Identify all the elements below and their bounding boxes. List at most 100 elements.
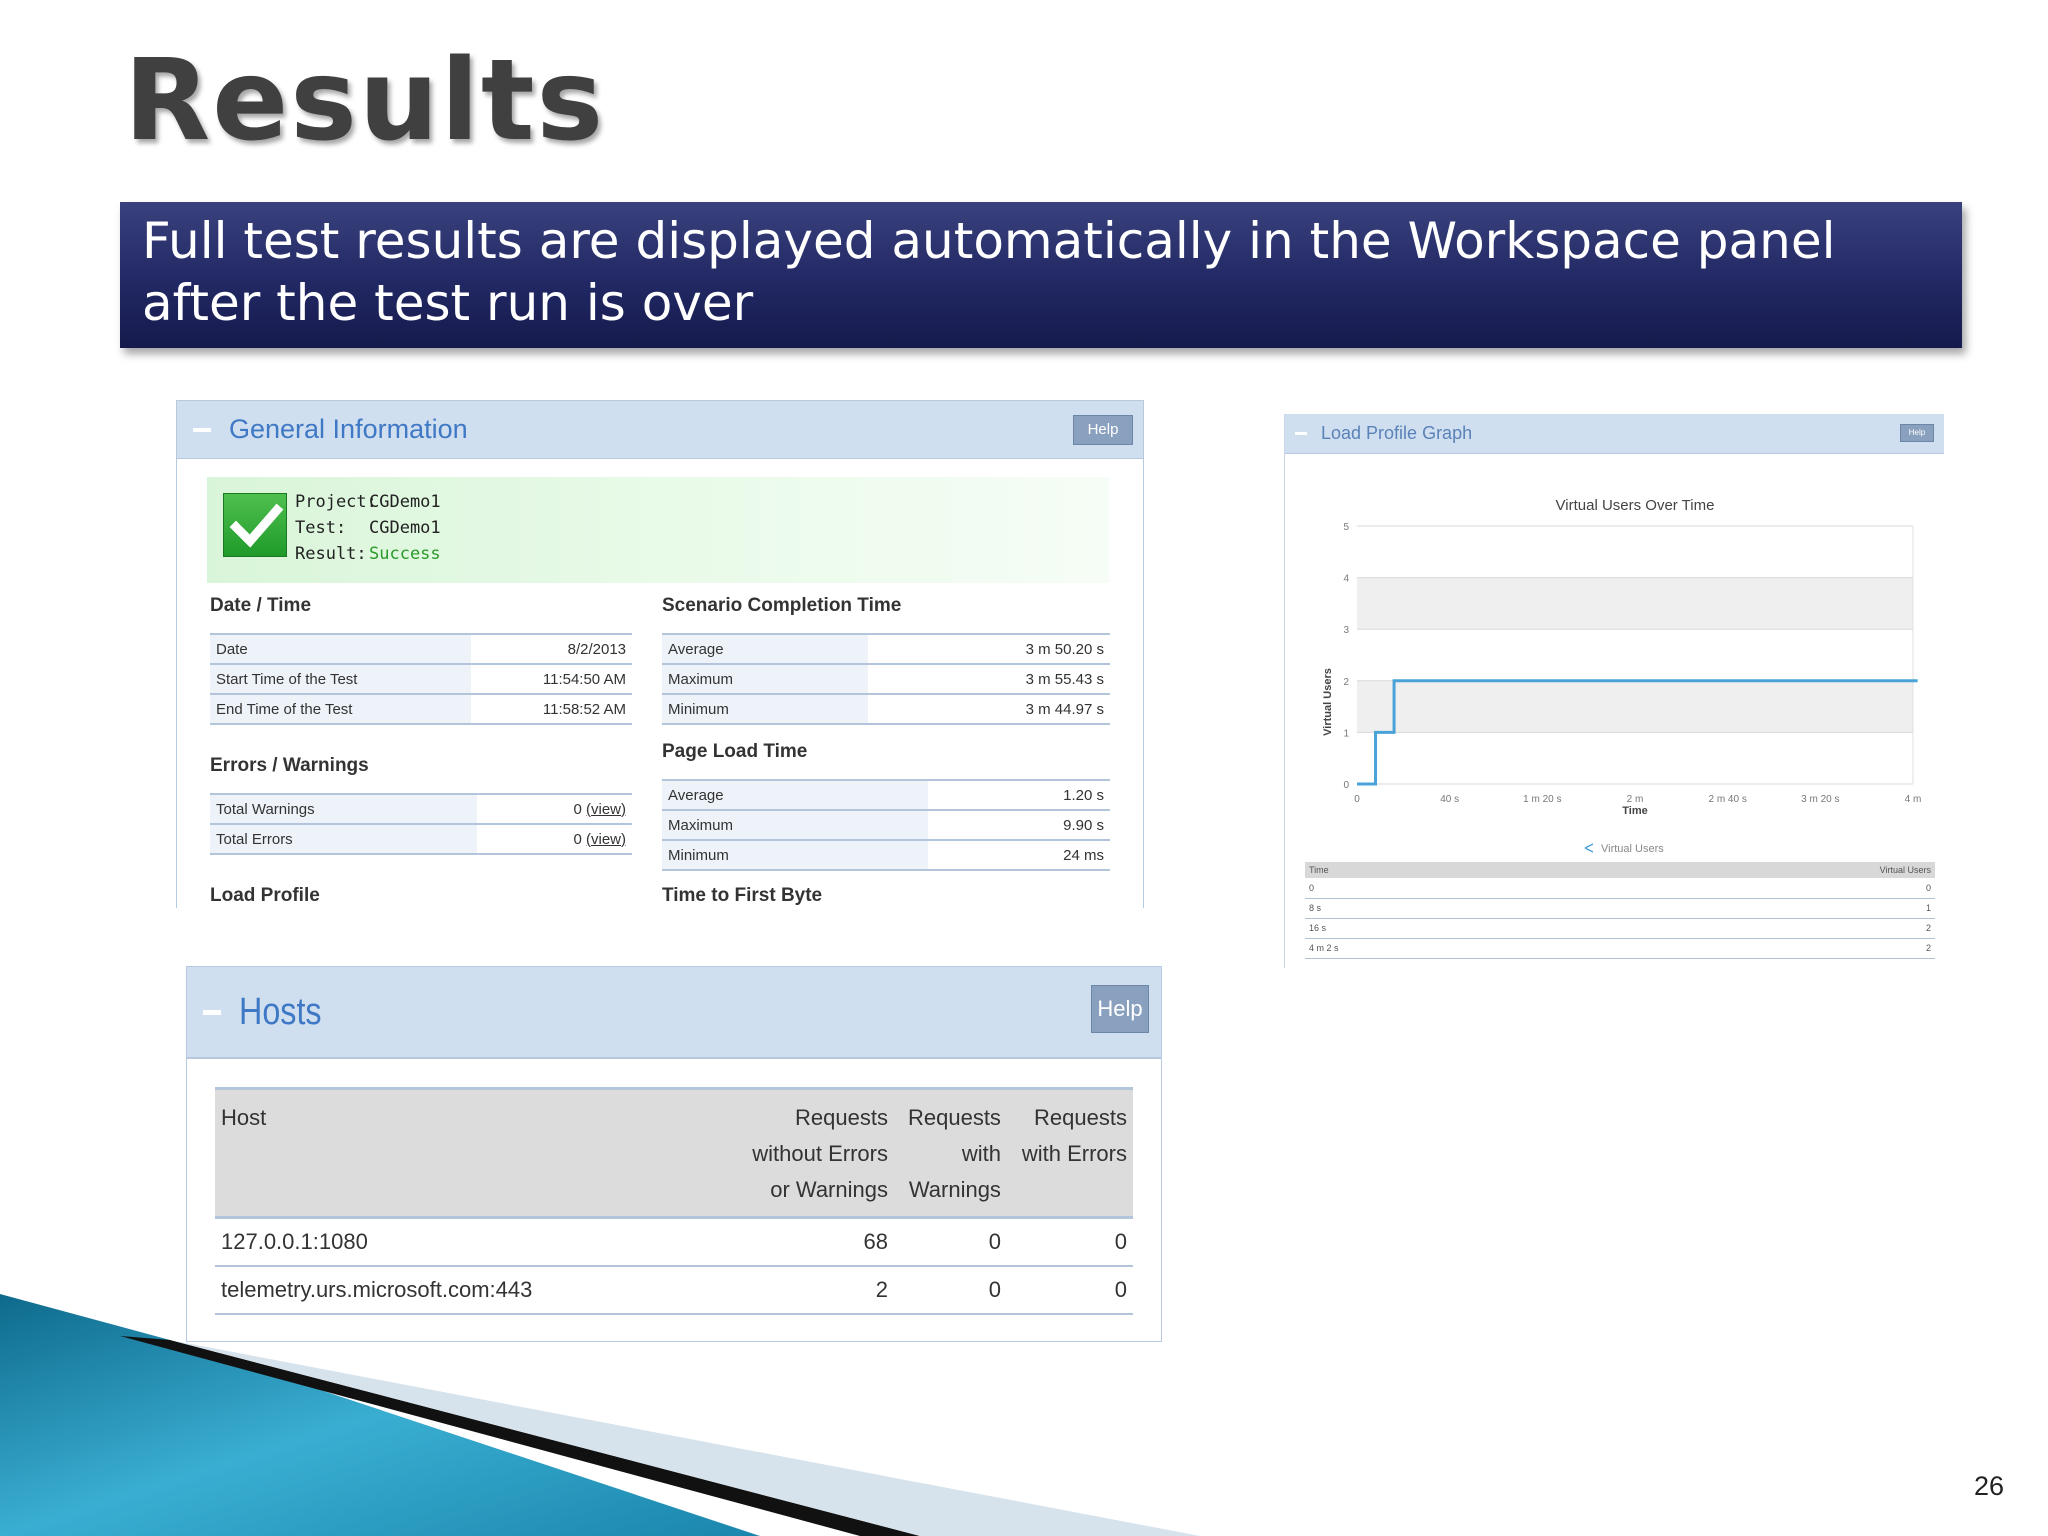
col-header-host: Host <box>215 1087 735 1219</box>
project-info: Project: CGDemo1 Test: CGDemo1 Result: Succ… <box>295 489 441 567</box>
help-button[interactable]: Help <box>1073 415 1133 445</box>
col-header-requests-errors: Requests with Errors <box>1006 1087 1133 1219</box>
x-axis-label: Time <box>1622 805 1647 817</box>
time-cell: 4 m 2 s <box>1305 938 1549 959</box>
banner-line-1: Full test results are displayed automati… <box>142 212 1836 270</box>
y-tick-label: 5 <box>1343 522 1349 533</box>
col-header-time: Time <box>1305 862 1549 878</box>
help-button[interactable]: Help <box>1900 424 1934 442</box>
load-profile-graph-header: Load Profile Graph Help <box>1285 414 1944 454</box>
project-value: CGDemo1 <box>369 492 441 512</box>
table-row: Maximum 3 m 55.43 s <box>662 663 1110 694</box>
header-line: Warnings <box>908 1177 1001 1202</box>
page-load-table: Average 1.20 s Maximum 9.90 s Minimum 24 ms <box>662 779 1110 871</box>
chart-legend: Virtual Users <box>1584 843 1664 854</box>
table-row: End Time of the Test 11:58:52 AM <box>210 693 632 725</box>
row-value: 8/2/2013 <box>470 633 632 664</box>
page-load-title: Page Load Time <box>662 741 808 762</box>
table-row: 00 <box>1305 878 1935 899</box>
collapse-icon[interactable] <box>1295 432 1307 435</box>
date-time-table: Date 8/2/2013 Start Time of the Test 11:54… <box>210 633 632 725</box>
row-value: 9.90 s <box>927 809 1110 840</box>
collapse-icon[interactable] <box>193 427 211 432</box>
table-row: 8 s1 <box>1305 898 1935 919</box>
errors-count: 0 <box>573 830 582 848</box>
table-row: Start Time of the Test 11:54:50 AM <box>210 663 632 694</box>
users-cell: 1 <box>1548 898 1935 919</box>
general-information-header: General Information Help <box>177 401 1143 459</box>
slide-number: 26 <box>1973 1471 2004 1501</box>
col-header-virtual-users: Virtual Users <box>1548 862 1935 878</box>
table-row: Maximum 9.90 s <box>662 809 1110 840</box>
table-row: Total Errors 0 (view) <box>210 823 632 855</box>
row-label: Minimum <box>662 839 928 871</box>
grid-band <box>1357 577 1913 630</box>
legend-label: Virtual Users <box>1601 843 1664 854</box>
header-line: Requests <box>1034 1105 1127 1130</box>
row-value: 1.20 s <box>927 779 1110 810</box>
row-label: Total Errors <box>210 823 477 855</box>
table-row: Average 3 m 50.20 s <box>662 633 1110 664</box>
table-row: Total Warnings 0 (view) <box>210 793 632 824</box>
scenario-completion-table: Average 3 m 50.20 s Maximum 3 m 55.43 s Mi… <box>662 633 1110 725</box>
result-label: Result: <box>295 544 367 564</box>
table-row: 16 s2 <box>1305 918 1935 939</box>
col-header-requests-warnings: Requests with Warnings <box>893 1087 1007 1219</box>
checkmark-icon <box>223 493 287 557</box>
requests-errors-cell: 0 <box>1006 1217 1133 1267</box>
view-warnings-link[interactable]: (view) <box>586 801 626 818</box>
time-cell: 8 s <box>1305 898 1549 919</box>
test-value: CGDemo1 <box>369 518 441 538</box>
header-line: without Errors <box>752 1141 888 1166</box>
test-label: Test: <box>295 518 347 538</box>
hosts-title: Hosts <box>239 990 322 1033</box>
date-time-title: Date / Time <box>210 595 312 616</box>
y-tick-label: 2 <box>1343 677 1349 688</box>
x-tick-label: 4 m <box>1905 794 1922 805</box>
table-row: Minimum 24 ms <box>662 839 1110 871</box>
x-tick-label: 2 m <box>1627 794 1644 805</box>
load-profile-title: Load Profile <box>210 885 320 906</box>
users-cell: 2 <box>1548 938 1935 959</box>
x-tick-label: 0 <box>1354 794 1360 805</box>
row-value: 11:54:50 AM <box>470 663 632 694</box>
row-label: Average <box>662 633 869 664</box>
legend-marker-icon <box>1584 843 1594 853</box>
help-button[interactable]: Help <box>1091 985 1149 1033</box>
row-label: Date <box>210 633 471 664</box>
ttfb-title: Time to First Byte <box>662 885 823 906</box>
table-row: Minimum 3 m 44.97 s <box>662 693 1110 725</box>
header-line: with Errors <box>1021 1141 1127 1166</box>
table-row: 127.0.0.1:1080 68 0 0 <box>215 1217 1133 1267</box>
row-value: 24 ms <box>927 839 1110 871</box>
table-header-row: Time Virtual Users <box>1305 862 1935 878</box>
row-value: 3 m 50.20 s <box>868 633 1110 664</box>
view-errors-link[interactable]: (view) <box>586 831 626 848</box>
row-value: 3 m 44.97 s <box>868 693 1110 725</box>
row-label: Total Warnings <box>210 793 477 824</box>
banner-line-2: after the test run is over <box>142 274 754 332</box>
y-tick-label: 4 <box>1343 574 1349 585</box>
row-value: 11:58:52 AM <box>470 693 632 725</box>
errors-warnings-title: Errors / Warnings <box>210 755 369 776</box>
users-cell: 0 <box>1548 878 1935 899</box>
warnings-count: 0 <box>573 800 582 818</box>
header-line: with <box>961 1141 1001 1166</box>
row-label: Start Time of the Test <box>210 663 471 694</box>
result-summary: Project: CGDemo1 Test: CGDemo1 Result: Succ… <box>207 477 1109 583</box>
virtual-users-chart: Virtual Users Over Time 0 1 2 3 4 5 0 40 s 1 m 2… <box>1322 497 1921 854</box>
errors-warnings-table: Total Warnings 0 (view) Total Errors 0 (vi… <box>210 793 632 855</box>
load-profile-graph-panel: Load Profile Graph Help Virtual Users Ov… <box>1284 414 1944 968</box>
row-value: 0 (view) <box>476 793 632 824</box>
row-label: Minimum <box>662 693 869 725</box>
grid-band <box>1357 680 1913 733</box>
table-row: 4 m 2 s2 <box>1305 938 1935 959</box>
x-tick-label: 3 m 20 s <box>1801 794 1839 805</box>
load-profile-graph-title: Load Profile Graph <box>1321 423 1473 443</box>
requests-warnings-cell: 0 <box>893 1217 1007 1267</box>
collapse-icon[interactable] <box>203 1009 221 1015</box>
table-row: Date 8/2/2013 <box>210 633 632 664</box>
header-line: Requests <box>795 1105 888 1130</box>
y-tick-label: 3 <box>1343 625 1349 636</box>
chart-ticks: 0 1 2 3 4 5 0 40 s 1 m 20 s 2 m 2 m 40 s 3 m 20 s 4 … <box>1343 522 1921 805</box>
